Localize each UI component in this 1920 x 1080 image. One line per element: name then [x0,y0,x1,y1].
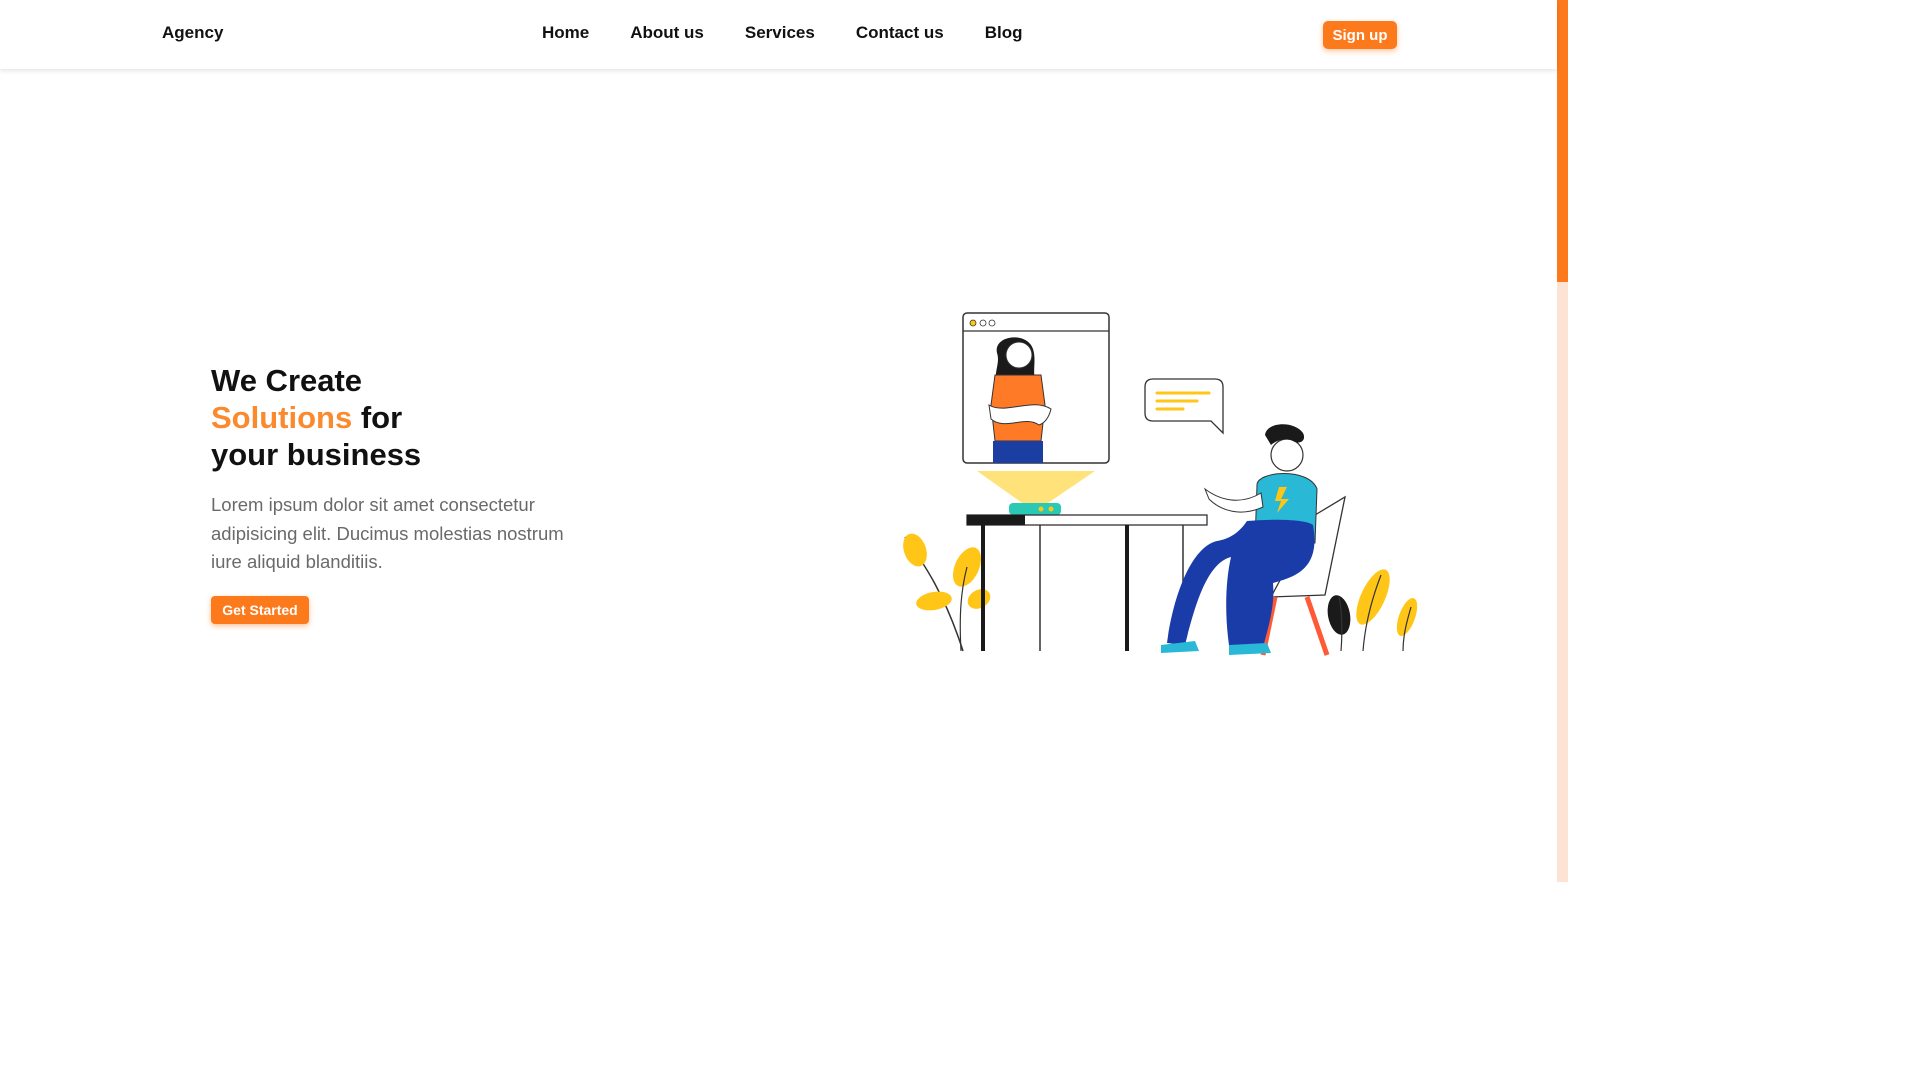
nav-item-about[interactable]: About us [630,23,704,43]
hero-title-line1: We Create [211,363,363,398]
hero-title-accent: Solutions [211,400,353,435]
nav-item-blog[interactable]: Blog [985,23,1023,43]
projector-light-icon [977,471,1095,515]
hero-description: Lorem ipsum dolor sit amet consectetur a… [211,494,564,572]
nav-menu: Home About us Services Contact us Blog [542,23,1022,43]
video-call-illustration [903,312,1418,656]
scrollbar-thumb[interactable] [1557,0,1568,282]
plant-right-icon [1327,569,1418,652]
brand-logo[interactable]: Agency [162,23,223,43]
nav-item-services[interactable]: Services [745,23,815,43]
landing-page: Agency Home About us Services Contact us… [0,0,1568,882]
monitor-icon [962,312,1110,464]
hero-title-line3: your business [211,437,422,472]
chat-bubble-icon [1144,378,1224,435]
signup-button[interactable]: Sign up [1323,21,1397,49]
person-sitting-icon [1161,424,1346,656]
get-started-button[interactable]: Get Started [211,596,309,624]
hero-title-line2-rest: for [352,400,403,435]
hero-title: We Create Solutions for your business [211,362,421,473]
nav-item-contact[interactable]: Contact us [856,23,944,43]
plant-left-icon [903,533,991,652]
navbar: Agency Home About us Services Contact us… [0,0,1557,69]
nav-item-home[interactable]: Home [542,23,589,43]
